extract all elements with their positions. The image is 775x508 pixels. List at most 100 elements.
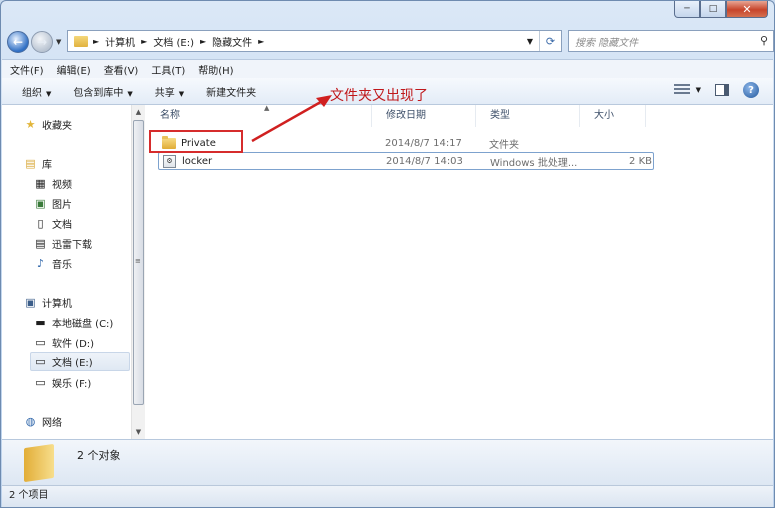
menu-view[interactable]: 查看(V) xyxy=(104,62,139,77)
back-button[interactable]: ← xyxy=(7,31,29,53)
chevron-down-icon: ▼ xyxy=(178,89,185,98)
menu-help[interactable]: 帮助(H) xyxy=(198,62,233,77)
address-dropdown-icon[interactable]: ▼ xyxy=(527,37,533,46)
column-type[interactable]: 类型 xyxy=(476,105,580,127)
nav-library[interactable]: ▤ 库 xyxy=(24,155,52,171)
search-input[interactable]: 搜索 隐藏文件 ⚲ xyxy=(568,30,774,52)
nav-music-label: 音乐 xyxy=(52,259,72,271)
search-icon[interactable]: ⚲ xyxy=(760,34,768,47)
file-date: 2014/8/7 14:03 xyxy=(386,155,463,167)
nav-drive-e-label: 文档 (E:) xyxy=(52,358,93,369)
organize-button[interactable]: 组织 ▼ xyxy=(22,84,51,99)
forward-button[interactable]: → xyxy=(31,31,53,53)
share-button[interactable]: 共享 ▼ xyxy=(155,84,184,99)
nav-pictures-label: 图片 xyxy=(52,199,72,211)
menu-tools[interactable]: 工具(T) xyxy=(151,62,185,77)
drive-icon: ▭ xyxy=(35,355,46,368)
video-icon: ▦ xyxy=(35,176,46,190)
status-bar: 2 个项目 xyxy=(2,485,773,507)
download-icon: ▤ xyxy=(35,236,46,250)
menu-file[interactable]: 文件(F) xyxy=(10,62,44,77)
nav-drive-d[interactable]: ▭ 软件 (D:) xyxy=(34,334,94,350)
address-bar[interactable]: ► 计算机 ► 文档 (E:) ► 隐藏文件 ► ▼ ⟳ xyxy=(67,30,562,52)
breadcrumb-separator-icon[interactable]: ► xyxy=(93,37,99,46)
network-icon: ◍ xyxy=(25,414,36,428)
column-headers: 名称 修改日期 类型 大小 xyxy=(146,105,773,127)
breadcrumb-computer[interactable]: 计算机 xyxy=(105,34,135,49)
menu-bar: 文件(F) 编辑(E) 查看(V) 工具(T) 帮助(H) xyxy=(2,59,773,78)
breadcrumb-hidden-files[interactable]: 隐藏文件 xyxy=(212,34,252,49)
document-icon: ▯ xyxy=(37,216,44,230)
menu-edit[interactable]: 编辑(E) xyxy=(57,62,91,77)
nav-music[interactable]: ♪ 音乐 xyxy=(34,255,72,271)
caption-buttons: ─ □ ✕ xyxy=(674,1,768,18)
maximize-button[interactable]: □ xyxy=(700,1,726,18)
breadcrumb-separator-icon[interactable]: ► xyxy=(141,37,147,46)
change-view-button[interactable]: ▼ xyxy=(673,84,701,96)
file-type: 文件夹 xyxy=(489,140,519,151)
scrollbar-grip-icon: ≡ xyxy=(135,257,141,265)
details-pane: 2 个对象 xyxy=(2,439,773,485)
refresh-icon[interactable]: ⟳ xyxy=(539,31,561,51)
drive-icon: ▭ xyxy=(35,375,46,389)
nav-documents-label: 文档 xyxy=(52,219,72,231)
chevron-down-icon: ▼ xyxy=(127,89,133,98)
nav-videos[interactable]: ▦ 视频 xyxy=(34,175,72,191)
breadcrumb-separator-icon[interactable]: ► xyxy=(258,37,264,46)
scroll-down-icon[interactable]: ▼ xyxy=(132,425,145,439)
breadcrumb-separator-icon[interactable]: ► xyxy=(200,37,206,46)
search-placeholder: 搜索 隐藏文件 xyxy=(575,37,639,49)
nav-drive-c[interactable]: ▬ 本地磁盘 (C:) xyxy=(34,314,113,330)
column-size[interactable]: 大小 xyxy=(580,105,646,127)
navigation-row: ← → ▼ ► 计算机 ► 文档 (E:) ► 隐藏文件 ► ▼ ⟳ 搜索 隐藏… xyxy=(7,29,774,55)
nav-computer[interactable]: ▣ 计算机 xyxy=(24,294,72,310)
drive-icon: ▭ xyxy=(35,335,46,349)
nav-library-label: 库 xyxy=(42,159,52,171)
preview-pane-icon[interactable] xyxy=(715,84,729,96)
nav-network[interactable]: ◍ 网络 xyxy=(24,413,62,429)
nav-drive-d-label: 软件 (D:) xyxy=(52,338,95,350)
file-list: 名称 修改日期 类型 大小 ▲ Private 2014/8/7 14:17 文… xyxy=(146,88,773,439)
file-name: locker xyxy=(182,155,213,167)
scroll-up-icon[interactable]: ▲ xyxy=(132,105,145,119)
music-icon: ♪ xyxy=(36,256,45,270)
batch-file-icon: ⚙ xyxy=(163,154,176,168)
help-icon[interactable]: ? xyxy=(743,82,759,98)
highlight-box xyxy=(149,130,243,153)
close-button[interactable]: ✕ xyxy=(726,1,768,18)
nav-scrollbar[interactable]: ▲ ≡ ▼ xyxy=(131,105,145,439)
nav-drive-f-label: 娱乐 (F:) xyxy=(52,378,92,390)
computer-icon: ▣ xyxy=(25,295,36,309)
nav-documents[interactable]: ▯ 文档 xyxy=(34,215,72,231)
file-type: Windows 批处理... xyxy=(490,157,578,169)
command-bar-right: ▼ ? xyxy=(673,82,759,98)
minimize-button[interactable]: ─ xyxy=(674,1,700,18)
chevron-down-icon: ▼ xyxy=(46,89,52,98)
nav-pictures[interactable]: ▣ 图片 xyxy=(34,195,72,211)
nav-network-label: 网络 xyxy=(42,417,62,429)
nav-drive-f[interactable]: ▭ 娱乐 (F:) xyxy=(34,374,91,390)
nav-thunder-downloads[interactable]: ▤ 迅雷下载 xyxy=(34,235,92,251)
file-size: 2 KB xyxy=(629,155,652,167)
recent-pages-dropdown-icon[interactable]: ▼ xyxy=(56,38,61,46)
breadcrumb-drive-e[interactable]: 文档 (E:) xyxy=(153,34,194,49)
content-area: ★ 收藏夹 ▤ 库 ▦ 视频 ▣ 图片 ▯ 文档 ▤ 迅雷下载 ♪ 音乐 ▣ 计算机 ▬ 本地磁盘… xyxy=(2,88,773,439)
library-icon: ▤ xyxy=(25,156,36,170)
annotation-text: 文件夹又出现了 xyxy=(330,88,428,104)
column-date-modified[interactable]: 修改日期 xyxy=(372,105,476,127)
include-label: 包含到库中 xyxy=(73,87,124,99)
include-in-library-button[interactable]: 包含到库中 ▼ xyxy=(73,84,132,99)
chevron-down-icon: ▼ xyxy=(695,86,701,94)
nav-videos-label: 视频 xyxy=(52,179,72,191)
nav-favorites-label: 收藏夹 xyxy=(42,120,72,132)
file-date: 2014/8/7 14:17 xyxy=(385,138,462,149)
nav-computer-label: 计算机 xyxy=(42,298,72,310)
folder-icon xyxy=(24,443,54,483)
nav-favorites[interactable]: ★ 收藏夹 xyxy=(24,116,72,132)
file-row[interactable]: ⚙ locker 2014/8/7 14:03 Windows 批处理... 2 … xyxy=(158,152,654,170)
annotation-arrow-icon xyxy=(251,95,332,143)
object-count: 2 个对象 xyxy=(77,449,121,462)
folder-icon xyxy=(74,35,88,47)
nav-drive-e[interactable]: ▭ 文档 (E:) xyxy=(30,352,130,371)
nav-thunder-downloads-label: 迅雷下载 xyxy=(52,239,92,251)
